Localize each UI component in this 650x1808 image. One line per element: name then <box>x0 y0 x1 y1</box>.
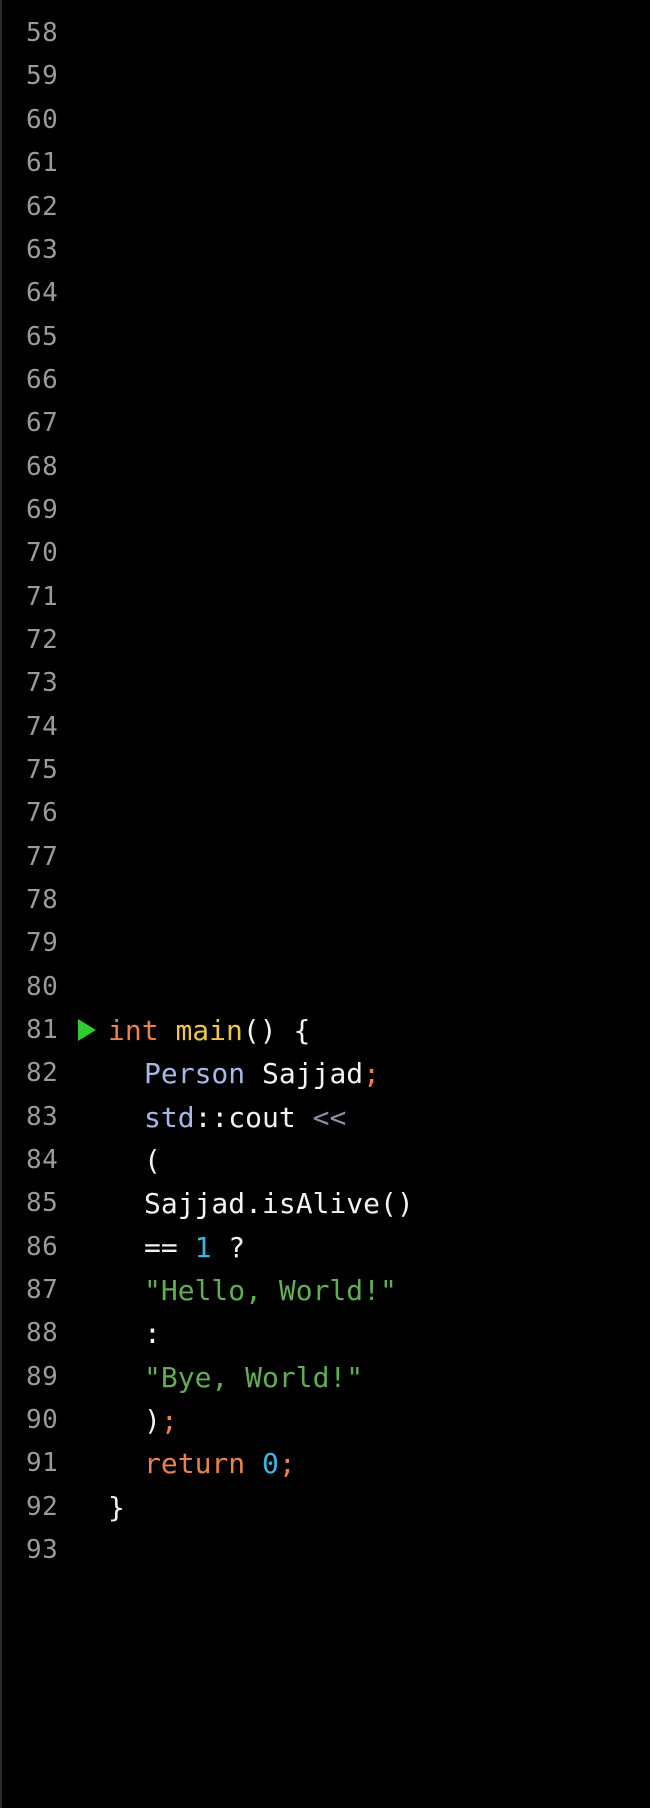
code-text[interactable]: Sajjad.isAlive() <box>108 1187 414 1220</box>
run-gutter-empty <box>70 1438 108 1488</box>
line-number: 82 <box>26 1058 59 1088</box>
code-text[interactable]: Person Sajjad; <box>108 1057 380 1090</box>
comparison-operator: == <box>144 1230 178 1264</box>
code-line[interactable]: 79 <box>2 918 650 968</box>
line-number: 62 <box>26 192 59 222</box>
line-number: 66 <box>26 365 59 395</box>
run-gutter-empty <box>70 1048 108 1098</box>
close-brace[interactable]: } <box>108 1491 125 1524</box>
line-number: 89 <box>26 1362 59 1392</box>
line-number: 87 <box>26 1275 59 1305</box>
code-line[interactable]: 61 <box>2 138 650 188</box>
code-text[interactable]: ); <box>108 1404 178 1437</box>
variable-name: Sajjad <box>262 1056 364 1090</box>
code-line[interactable]: 85 Sajjad.isAlive() <box>2 1178 650 1228</box>
code-text[interactable]: int main() { <box>108 1014 310 1047</box>
line-number: 64 <box>26 278 59 308</box>
run-gutter-empty <box>70 1308 108 1358</box>
close-paren: ) <box>144 1403 161 1437</box>
code-line[interactable]: 93 <box>2 1525 650 1575</box>
code-line[interactable]: 70 <box>2 528 650 578</box>
line-number: 91 <box>26 1448 59 1478</box>
type-keyword: int <box>108 1013 159 1047</box>
line-number: 93 <box>26 1535 59 1565</box>
class-name: Person <box>144 1056 246 1090</box>
code-text[interactable]: std::cout << <box>108 1101 346 1134</box>
string-literal[interactable]: "Hello, World!" <box>108 1274 397 1307</box>
line-number: 67 <box>26 408 59 438</box>
line-number: 83 <box>26 1102 59 1132</box>
function-name: main <box>175 1013 243 1047</box>
line-number: 65 <box>26 322 59 352</box>
line-number: 79 <box>26 928 59 958</box>
code-text[interactable]: : <box>108 1317 161 1350</box>
identifier: cout <box>228 1100 296 1134</box>
line-number: 68 <box>26 452 59 482</box>
code-line[interactable]: 82 Person Sajjad; <box>2 1048 650 1098</box>
string-literal[interactable]: "Bye, World!" <box>108 1361 363 1394</box>
code-line[interactable]: 59 <box>2 51 650 101</box>
code-line[interactable]: 91 return 0; <box>2 1438 650 1488</box>
code-line[interactable]: 64 <box>2 268 650 318</box>
run-gutter-empty <box>70 1178 108 1228</box>
line-number: 81 <box>26 1015 59 1045</box>
line-number: 84 <box>26 1145 59 1175</box>
scope-operator: :: <box>194 1100 229 1134</box>
code-punctuation: () { <box>242 1013 311 1047</box>
code-line[interactable]: 76 <box>2 788 650 838</box>
line-number: 72 <box>26 625 59 655</box>
line-number: 86 <box>26 1232 59 1262</box>
line-number: 76 <box>26 798 59 828</box>
line-number: 78 <box>26 885 59 915</box>
ternary-operator: ? <box>228 1230 246 1264</box>
line-number: 74 <box>26 712 59 742</box>
code-text[interactable]: return 0; <box>108 1447 296 1480</box>
line-number: 71 <box>26 582 59 612</box>
line-number: 73 <box>26 668 59 698</box>
line-number: 77 <box>26 842 59 872</box>
code-line[interactable]: 73 <box>2 658 650 708</box>
line-number: 90 <box>26 1405 59 1435</box>
line-number: 70 <box>26 538 59 568</box>
line-number: 75 <box>26 755 59 785</box>
semicolon: ; <box>363 1056 381 1090</box>
line-number: 92 <box>26 1492 59 1522</box>
line-number: 69 <box>26 495 59 525</box>
line-number: 60 <box>26 105 59 135</box>
line-number: 61 <box>26 148 59 178</box>
semicolon: ; <box>278 1446 296 1480</box>
code-text[interactable]: == 1 ? <box>108 1231 245 1264</box>
number-literal: 0 <box>262 1446 279 1480</box>
line-number: 63 <box>26 235 59 265</box>
line-number: 85 <box>26 1188 59 1218</box>
code-line[interactable]: 88 : <box>2 1308 650 1358</box>
line-number: 80 <box>26 972 59 1002</box>
code-editor[interactable]: 58 59 60 61 62 63 64 65 66 67 68 69 70 7… <box>0 0 650 1808</box>
run-icon[interactable] <box>78 1019 96 1041</box>
line-number: 59 <box>26 61 59 91</box>
return-keyword: return <box>144 1446 246 1480</box>
namespace-name: std <box>144 1100 195 1134</box>
number-literal: 1 <box>194 1230 212 1264</box>
code-text[interactable]: ( <box>108 1144 161 1177</box>
code-line[interactable]: 67 <box>2 398 650 448</box>
line-number: 88 <box>26 1318 59 1348</box>
line-number: 58 <box>26 18 59 48</box>
semicolon: ; <box>160 1403 178 1437</box>
stream-operator: << <box>312 1100 347 1134</box>
